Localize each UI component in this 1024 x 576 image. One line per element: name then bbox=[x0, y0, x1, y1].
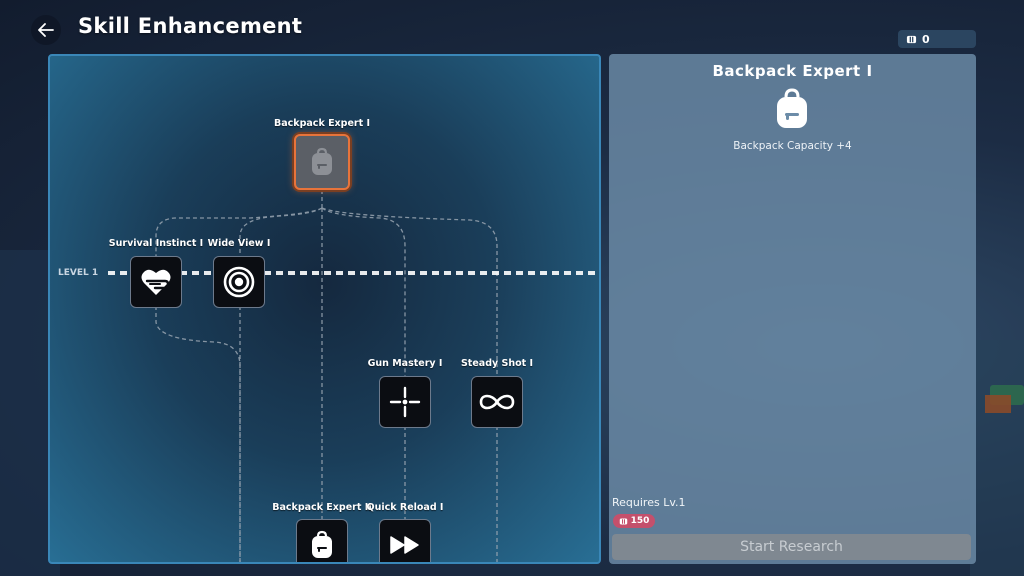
detail-effect: Backpack Capacity +4 bbox=[733, 140, 852, 152]
backpack-icon bbox=[312, 147, 332, 175]
node-label-backpack-expert-1: Backpack Expert I bbox=[274, 118, 370, 129]
research-token-icon bbox=[906, 35, 917, 43]
requirement-text: Requires Lv.1 bbox=[612, 496, 686, 509]
page-title: Skill Enhancement bbox=[78, 14, 303, 38]
research-token-icon bbox=[619, 518, 627, 524]
node-label-gun-mastery-1: Gun Mastery I bbox=[367, 358, 443, 369]
world-background-crate bbox=[985, 395, 1011, 413]
skill-tree-connectors bbox=[108, 190, 599, 562]
node-label-quick-reload-1: Quick Reload I bbox=[366, 502, 444, 513]
node-label-steady-shot-1: Steady Shot I bbox=[460, 358, 534, 369]
node-label-wide-view-1: Wide View I bbox=[207, 238, 271, 249]
currency-amount: 0 bbox=[922, 32, 930, 46]
detail-title: Backpack Expert I bbox=[712, 62, 873, 80]
fast-forward-icon bbox=[390, 536, 419, 554]
heart-bandage-icon bbox=[141, 269, 171, 295]
level-1-label: LEVEL 1 bbox=[58, 268, 99, 278]
skill-node-quick-reload-1[interactable] bbox=[379, 519, 431, 562]
crosshair-icon bbox=[389, 386, 421, 418]
skill-detail-panel: Backpack Expert I Backpack Capacity +4 R… bbox=[609, 54, 976, 564]
node-label-survival-instinct-1: Survival Instinct I bbox=[108, 238, 204, 249]
research-cost-badge: 150 bbox=[613, 514, 655, 528]
world-background-floor bbox=[970, 340, 1024, 576]
skill-node-backpack-expert-1[interactable] bbox=[294, 134, 350, 190]
backpack-icon bbox=[777, 88, 807, 128]
back-button[interactable] bbox=[31, 15, 61, 45]
skill-node-backpack-expert-2[interactable] bbox=[296, 519, 348, 562]
arrow-left-icon bbox=[38, 23, 54, 37]
skill-node-wide-view-1[interactable] bbox=[213, 256, 265, 308]
start-research-button[interactable]: Start Research bbox=[612, 534, 971, 560]
skill-node-gun-mastery-1[interactable] bbox=[379, 376, 431, 428]
backpack-icon bbox=[312, 530, 332, 558]
target-rings-icon bbox=[223, 266, 255, 298]
currency-display: 0 bbox=[898, 30, 976, 48]
node-label-backpack-expert-2: Backpack Expert II bbox=[272, 502, 372, 513]
skill-node-steady-shot-1[interactable] bbox=[471, 376, 523, 428]
skill-node-survival-instinct-1[interactable] bbox=[130, 256, 182, 308]
research-cost-value: 150 bbox=[630, 516, 650, 526]
skill-tree-panel[interactable]: LEVEL 1 Backpack Expert I Survival Insti… bbox=[48, 54, 601, 564]
infinity-icon bbox=[479, 394, 515, 410]
